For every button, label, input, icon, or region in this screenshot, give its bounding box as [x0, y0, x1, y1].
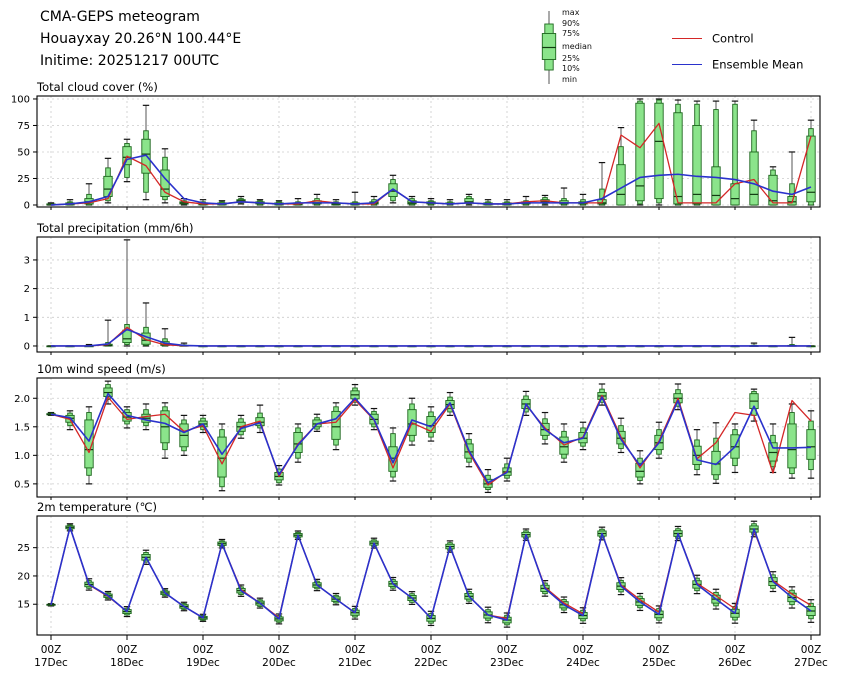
svg-text:00Z: 00Z	[345, 644, 366, 656]
svg-text:2: 2	[24, 284, 30, 295]
panel-temp: 15 20 25	[17, 516, 820, 638]
panel-cloud: 0 25 50 75 100	[11, 94, 820, 211]
svg-text:3: 3	[24, 255, 30, 266]
svg-text:22Dec: 22Dec	[414, 657, 448, 669]
svg-text:20: 20	[17, 571, 30, 582]
svg-text:50: 50	[17, 147, 30, 158]
panel-title-cloud: Total cloud cover (%)	[37, 80, 158, 94]
svg-text:17Dec: 17Dec	[34, 657, 68, 669]
control-line-icon	[672, 38, 702, 39]
svg-text:00Z: 00Z	[725, 644, 746, 656]
svg-text:0: 0	[24, 200, 30, 211]
legend-box-label-p10: 10%	[562, 64, 580, 73]
panel-title-wind: 10m wind speed (m/s)	[37, 362, 166, 376]
svg-text:25: 25	[17, 543, 30, 554]
legend-ensemble-mean-label: Ensemble Mean	[712, 58, 803, 72]
legend-box-label-max: max	[562, 8, 579, 17]
svg-text:00Z: 00Z	[801, 644, 822, 656]
svg-text:00Z: 00Z	[269, 644, 290, 656]
svg-text:00Z: 00Z	[193, 644, 214, 656]
svg-text:1.0: 1.0	[14, 451, 30, 462]
legend-box-label-p25: 25%	[562, 54, 580, 63]
svg-text:27Dec: 27Dec	[794, 657, 828, 669]
meteogram-chart: 025507510001230.51.01.52.015202500Z17Dec…	[0, 0, 842, 680]
svg-text:0.5: 0.5	[14, 479, 30, 490]
svg-text:25Dec: 25Dec	[642, 657, 676, 669]
legend-entry-control: Control	[672, 31, 754, 45]
svg-text:2.0: 2.0	[14, 394, 30, 405]
svg-text:00Z: 00Z	[421, 644, 442, 656]
legend-boxplot-glyph	[542, 11, 555, 84]
svg-text:25: 25	[17, 174, 30, 185]
svg-text:24Dec: 24Dec	[566, 657, 600, 669]
location-label: Houayxay 20.26°N 100.44°E	[40, 28, 241, 50]
header: CMA-GEPS meteogram Houayxay 20.26°N 100.…	[40, 6, 241, 72]
ensemble-mean-line-icon	[672, 64, 702, 65]
svg-text:20Dec: 20Dec	[262, 657, 296, 669]
svg-text:0: 0	[24, 341, 30, 352]
legend-box-label-median: median	[562, 42, 592, 51]
svg-text:00Z: 00Z	[649, 644, 670, 656]
svg-text:1.5: 1.5	[14, 422, 30, 433]
svg-text:18Dec: 18Dec	[110, 657, 144, 669]
panel-precip: 0 1 2 3	[24, 237, 820, 355]
svg-text:00Z: 00Z	[41, 644, 62, 656]
x-axis-labels: 00Z17Dec00Z18Dec00Z19Dec00Z20Dec00Z21Dec…	[34, 635, 828, 669]
svg-text:75: 75	[17, 121, 30, 132]
svg-text:100: 100	[11, 94, 30, 105]
svg-text:1: 1	[24, 313, 30, 324]
svg-text:26Dec: 26Dec	[718, 657, 752, 669]
page-title: CMA-GEPS meteogram	[40, 6, 241, 28]
svg-text:19Dec: 19Dec	[186, 657, 220, 669]
svg-text:23Dec: 23Dec	[490, 657, 524, 669]
legend-entry-ensemble-mean: Ensemble Mean	[672, 57, 803, 71]
legend-box-label-min: min	[562, 75, 577, 84]
svg-text:21Dec: 21Dec	[338, 657, 372, 669]
panel-wind: 0.5 1.0 1.5 2.0	[14, 378, 820, 500]
panel-title-temp: 2m temperature (℃)	[37, 500, 157, 514]
meteogram-page: 025507510001230.51.01.52.015202500Z17Dec…	[0, 0, 842, 680]
svg-text:00Z: 00Z	[573, 644, 594, 656]
legend-control-label: Control	[712, 32, 754, 46]
panel-title-precip: Total precipitation (mm/6h)	[37, 221, 193, 235]
legend-box-label-p90: 90%	[562, 19, 580, 28]
svg-text:00Z: 00Z	[117, 644, 138, 656]
svg-text:15: 15	[17, 600, 30, 611]
svg-text:00Z: 00Z	[497, 644, 518, 656]
legend-box-label-p75: 75%	[562, 29, 580, 38]
init-time-label: Initime: 20251217 00UTC	[40, 50, 241, 72]
